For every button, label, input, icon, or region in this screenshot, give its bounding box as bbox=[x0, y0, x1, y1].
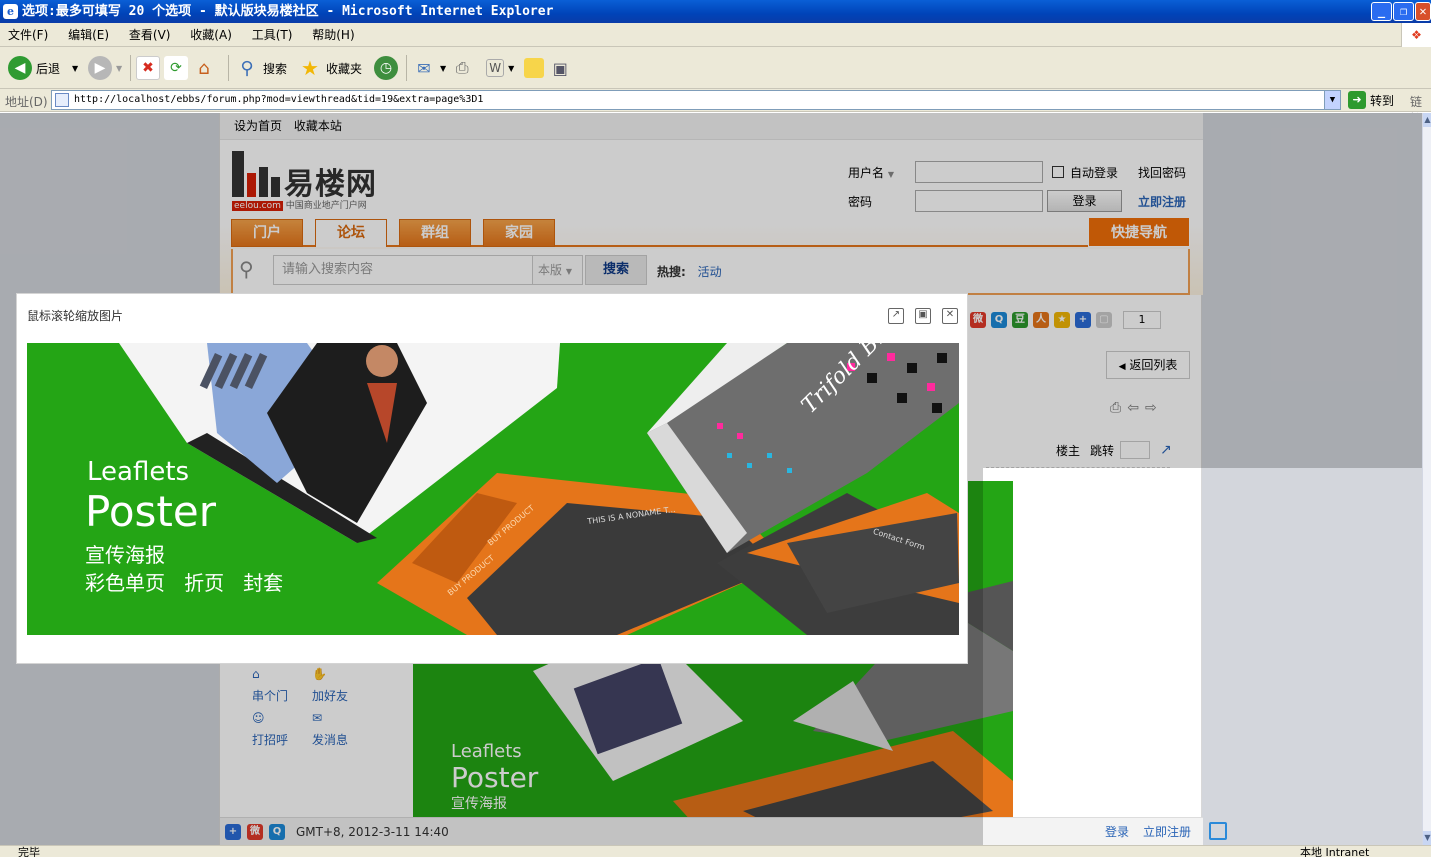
go-arrow-icon: ➜ bbox=[1348, 91, 1366, 109]
edit-icon[interactable]: W bbox=[486, 59, 505, 77]
toolbar-separator bbox=[130, 55, 131, 81]
scroll-up-icon[interactable]: ▲ bbox=[1423, 113, 1431, 127]
menu-file[interactable]: 文件(F) bbox=[0, 23, 56, 47]
refresh-icon[interactable]: ⟳ bbox=[164, 56, 188, 80]
mail-dropdown-icon[interactable]: ▼ bbox=[440, 64, 446, 73]
browser-viewport: 设为首页 收藏本站 易楼网 eelou.com 中国商业地产门户网 用户名 ▼ … bbox=[0, 113, 1422, 845]
status-text: 完毕 bbox=[18, 846, 40, 857]
toolbar-separator bbox=[406, 55, 407, 81]
address-url: http://localhost/ebbs/forum.php?mod=view… bbox=[74, 94, 484, 105]
image-viewer-title: 鼠标滚轮缩放图片 bbox=[27, 309, 124, 323]
menu-view[interactable]: 查看(V) bbox=[121, 23, 179, 47]
maximize-button[interactable]: ❐ bbox=[1393, 2, 1414, 21]
minimize-button[interactable]: _ bbox=[1371, 2, 1392, 21]
home-icon[interactable]: ⌂ bbox=[192, 56, 216, 80]
back-button[interactable]: ◀ 后退 ▼ bbox=[8, 53, 78, 83]
window-titlebar: e 选项:最多可填写 20 个选项 - 默认版块易楼社区 - Microsoft… bbox=[0, 0, 1431, 23]
address-dropdown-icon[interactable]: ▼ bbox=[1324, 91, 1340, 109]
poster-text-leaflets: Leaflets bbox=[87, 457, 190, 487]
address-label: 地址(D) bbox=[5, 95, 48, 109]
go-label: 转到 bbox=[1370, 93, 1395, 108]
ie-icon: e bbox=[3, 4, 18, 19]
edit-dropdown-icon[interactable]: ▼ bbox=[508, 64, 514, 73]
discuss-icon[interactable] bbox=[524, 58, 545, 78]
search-button[interactable]: ⚲ 搜索 bbox=[235, 53, 287, 83]
print-icon[interactable]: ⎙ bbox=[450, 56, 474, 80]
menu-bar: 文件(F) 编辑(E) 查看(V) 收藏(A) 工具(T) 帮助(H) ❖ bbox=[0, 23, 1431, 47]
menu-edit[interactable]: 编辑(E) bbox=[60, 23, 117, 47]
windows-logo-icon: ❖ bbox=[1401, 23, 1431, 47]
address-input[interactable]: http://localhost/ebbs/forum.php?mod=view… bbox=[51, 90, 1341, 110]
modal-overlay-right bbox=[983, 113, 1422, 468]
mail-icon[interactable]: ✉ bbox=[412, 56, 436, 80]
forward-arrow-icon: ▶ bbox=[88, 56, 112, 80]
poster-text-poster: Poster bbox=[85, 487, 216, 536]
research-icon[interactable]: ▣ bbox=[548, 56, 572, 80]
back-label: 后退 bbox=[36, 61, 61, 76]
favorites-label: 收藏夹 bbox=[326, 61, 363, 76]
address-bar: 地址(D) http://localhost/ebbs/forum.php?mo… bbox=[0, 89, 1431, 126]
poster-text-types: 彩色单页 折页 封套 bbox=[85, 571, 284, 595]
zoomed-image[interactable]: Leaflets Poster 宣传海报 彩色单页 折页 封套 Trifold … bbox=[27, 343, 959, 635]
back-dropdown-icon[interactable]: ▼ bbox=[72, 64, 78, 73]
page-icon bbox=[55, 93, 69, 107]
scroll-down-icon[interactable]: ▼ bbox=[1423, 831, 1431, 845]
image-viewer-dialog: 鼠标滚轮缩放图片 ↗ ▣ ✕ Leaflets Poster 宣传海报 彩色单页… bbox=[16, 293, 968, 664]
favorites-button[interactable]: ★ 收藏夹 bbox=[298, 53, 362, 83]
menu-tools[interactable]: 工具(T) bbox=[244, 23, 301, 47]
menu-help[interactable]: 帮助(H) bbox=[304, 23, 362, 47]
toolbar-separator bbox=[228, 55, 229, 81]
search-icon: ⚲ bbox=[240, 57, 254, 79]
history-icon[interactable]: ◷ bbox=[374, 56, 398, 80]
poster-text-xuanchuan: 宣传海报 bbox=[85, 543, 165, 567]
open-original-icon[interactable]: ↗ bbox=[888, 308, 904, 324]
forward-dropdown-icon[interactable]: ▼ bbox=[116, 64, 122, 73]
menu-favorites[interactable]: 收藏(A) bbox=[182, 23, 240, 47]
forward-button[interactable]: ▶ ▼ bbox=[88, 53, 122, 83]
toolbar: ◀ 后退 ▼ ▶ ▼ ✖ ⟳ ⌂ ⚲ 搜索 ★ 收藏夹 ◷ ✉ ▼ ⎙ W ▼ … bbox=[0, 47, 1431, 89]
back-arrow-icon: ◀ bbox=[8, 56, 32, 80]
status-zone: 本地 Intranet bbox=[1300, 846, 1370, 857]
search-label: 搜索 bbox=[263, 61, 288, 76]
vertical-scrollbar[interactable]: ▲ ▼ bbox=[1422, 113, 1431, 845]
close-icon[interactable]: ✕ bbox=[942, 308, 958, 324]
status-bar: 完毕 本地 Intranet bbox=[0, 845, 1431, 857]
footer-login-link[interactable]: 登录 bbox=[1105, 818, 1129, 845]
actual-size-icon[interactable]: ▣ bbox=[915, 308, 931, 324]
popout-icon[interactable] bbox=[1209, 822, 1227, 840]
go-button[interactable]: ➜ 转到 bbox=[1348, 91, 1394, 109]
window-title: 选项:最多可填写 20 个选项 - 默认版块易楼社区 - Microsoft I… bbox=[22, 4, 554, 19]
footer-register-link[interactable]: 立即注册 bbox=[1143, 818, 1191, 845]
stop-icon[interactable]: ✖ bbox=[136, 56, 160, 80]
star-icon: ★ bbox=[301, 56, 319, 80]
close-button[interactable]: ✕ bbox=[1415, 2, 1431, 21]
